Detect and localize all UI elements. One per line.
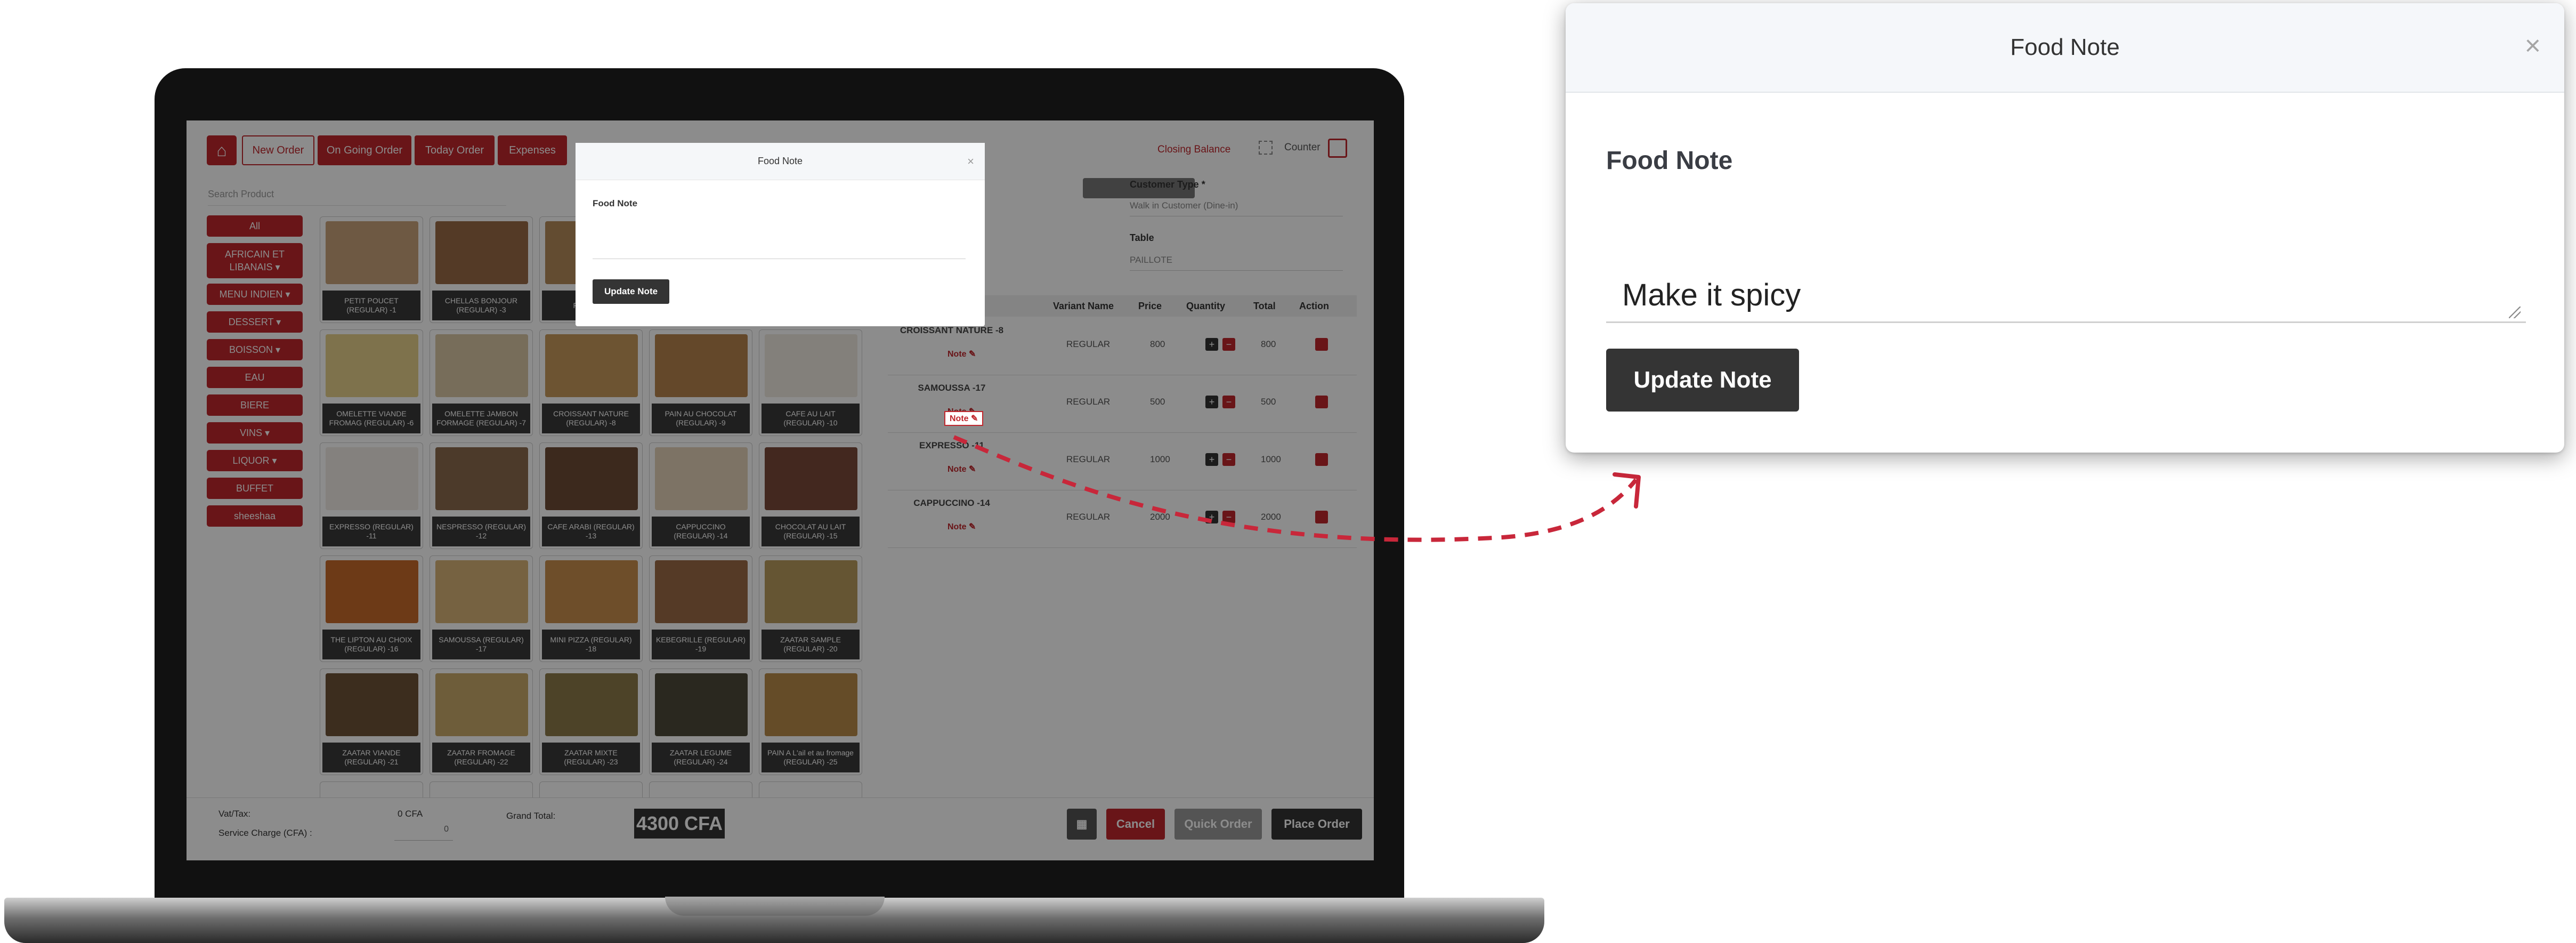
food-note-panel-zoomed: Food Note × Food Note Make it spicy Upda… <box>1566 3 2564 453</box>
callout-arrow <box>953 435 1641 542</box>
update-note-button-small[interactable]: Update Note <box>593 279 669 304</box>
food-note-textarea-small[interactable] <box>593 214 966 259</box>
close-icon[interactable]: × <box>967 155 974 168</box>
close-icon[interactable]: × <box>2525 30 2541 62</box>
resize-handle-icon[interactable] <box>2509 307 2521 318</box>
food-note-label: Food Note <box>1606 147 1733 175</box>
laptop-notch <box>665 897 885 916</box>
food-note-modal-small: Food Note × Food Note Update Note <box>576 143 985 326</box>
food-note-value: Make it spicy <box>1622 278 1801 312</box>
update-note-button[interactable]: Update Note <box>1606 349 1799 412</box>
panel-title: Food Note <box>2010 34 2120 60</box>
food-note-textarea[interactable]: Make it spicy <box>1606 270 2526 323</box>
food-note-label: Food Note <box>593 198 638 208</box>
modal-title: Food Note <box>757 156 803 166</box>
